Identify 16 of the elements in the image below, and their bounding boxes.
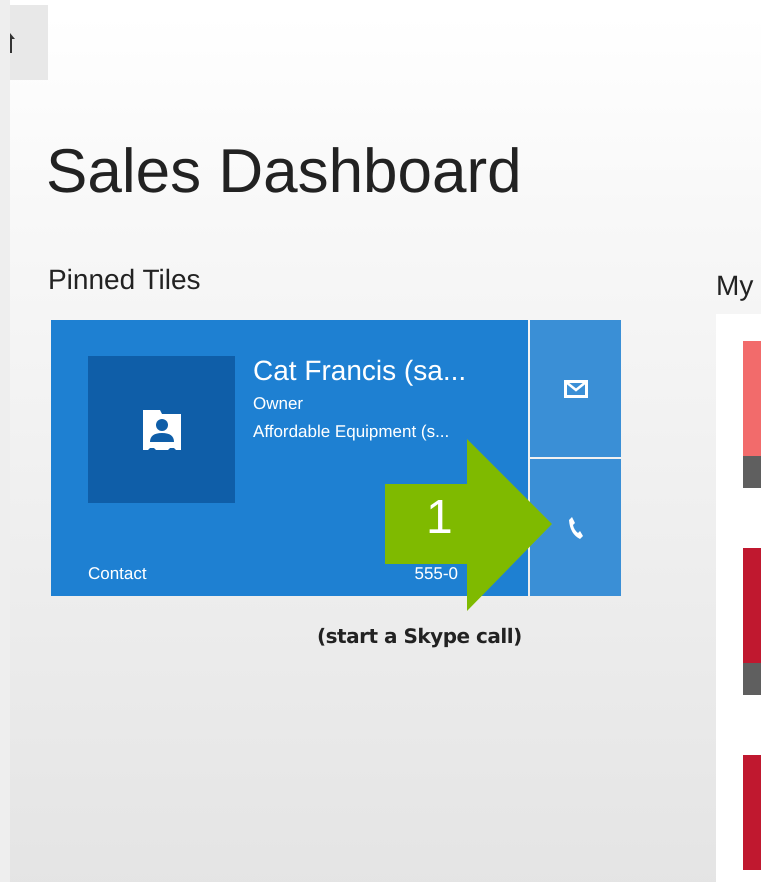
contact-card-icon <box>88 356 235 503</box>
section-heading: My <box>716 270 754 302</box>
contact-company: Affordable Equipment (s... <box>253 422 450 442</box>
phone-icon <box>568 516 584 540</box>
mail-icon <box>564 380 588 398</box>
email-button[interactable] <box>530 320 621 457</box>
step-number: 1 <box>426 490 453 546</box>
section-heading: Pinned Tiles <box>48 264 202 296</box>
callout-caption: (start a Skype call) <box>317 624 523 648</box>
call-button[interactable] <box>530 459 621 596</box>
contact-role: Owner <box>253 394 304 414</box>
phone-number: 555-0 <box>414 564 458 584</box>
record-type: Contact <box>88 564 147 584</box>
contact-name: Cat Francis (sa... <box>253 356 466 386</box>
dashboard-title: Sales Dashboard <box>46 136 523 208</box>
back-button[interactable] <box>10 5 48 80</box>
